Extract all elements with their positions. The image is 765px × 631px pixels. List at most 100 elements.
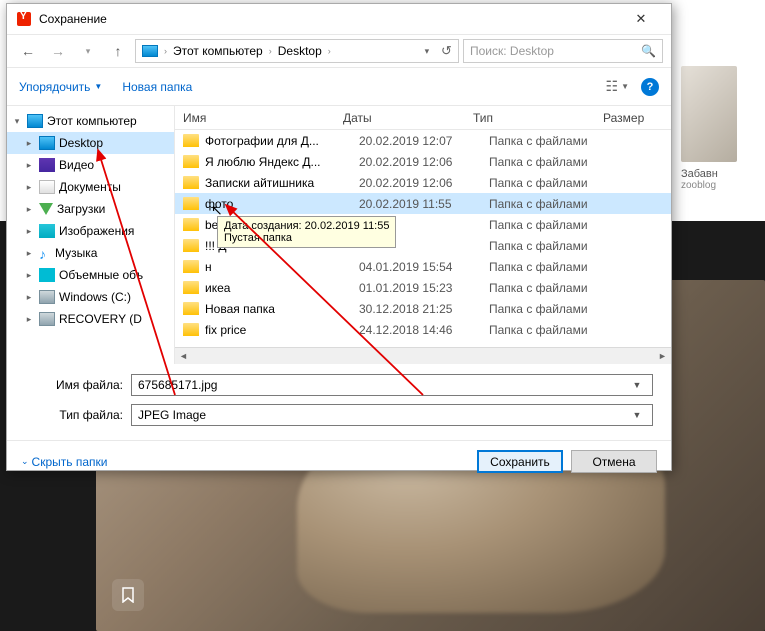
close-button[interactable]: ✕: [621, 5, 661, 33]
search-input[interactable]: Поиск: Desktop 🔍: [463, 39, 663, 63]
new-folder-button[interactable]: Новая папка: [122, 80, 192, 94]
titlebar: Сохранение ✕: [7, 4, 671, 34]
filename-label: Имя файла:: [17, 378, 131, 392]
breadcrumb-item[interactable]: Этот компьютер: [173, 44, 263, 58]
chevron-down-icon[interactable]: ▼: [628, 410, 646, 420]
folder-icon: [183, 176, 199, 189]
filetype-select[interactable]: JPEG Image ▼: [131, 404, 653, 426]
folder-icon: [183, 218, 199, 231]
tree-node[interactable]: ▸Загрузки: [7, 198, 174, 220]
tooltip: Дата создания: 20.02.2019 11:55 Пустая п…: [217, 216, 396, 248]
help-button[interactable]: ?: [641, 78, 659, 96]
tree-node[interactable]: ▸ RECOVERY (D: [7, 308, 174, 330]
tree-node[interactable]: ▸ Объемные объ: [7, 264, 174, 286]
folder-icon: [183, 197, 199, 210]
refresh-icon[interactable]: ↻: [441, 43, 452, 59]
thumbnail[interactable]: Забавн zooblog: [681, 66, 757, 191]
desk-icon: [39, 136, 55, 150]
tree-node[interactable]: ▾Этот компьютер: [7, 110, 174, 132]
file-row[interactable]: фото20.02.2019 11:55Папка с файлами: [175, 193, 671, 214]
up-button[interactable]: ↑: [105, 38, 131, 64]
file-row[interactable]: Новая папка30.12.2018 21:25Папка с файла…: [175, 298, 671, 319]
yandex-logo-icon: [17, 12, 31, 26]
folder-icon: [183, 302, 199, 315]
expand-icon[interactable]: ▸: [23, 314, 35, 325]
file-row[interactable]: икеа01.01.2019 15:23Папка с файлами: [175, 277, 671, 298]
bookmark-button[interactable]: [112, 579, 144, 611]
tree-label: Изображения: [59, 224, 134, 238]
tree-label: Видео: [59, 158, 94, 172]
drv-icon: [39, 290, 55, 304]
expand-icon[interactable]: ▸: [23, 138, 35, 149]
save-button[interactable]: Сохранить: [477, 450, 563, 473]
tree-label: Windows (C:): [59, 290, 131, 304]
3d-icon: [39, 268, 55, 282]
file-row[interactable]: Записки айтишника20.02.2019 12:06Папка с…: [175, 172, 671, 193]
folder-icon: [183, 323, 199, 336]
breadcrumb-item[interactable]: Desktop: [278, 44, 322, 58]
file-row[interactable]: Фотографии для Д...20.02.2019 12:07Папка…: [175, 130, 671, 151]
expand-icon[interactable]: ▾: [11, 116, 23, 127]
file-row[interactable]: н04.01.2019 15:54Папка с файлами: [175, 256, 671, 277]
expand-icon[interactable]: ▸: [23, 226, 35, 237]
view-options-button[interactable]: ☷ ▼: [606, 78, 629, 95]
drv-icon: [39, 312, 55, 326]
tree-node[interactable]: ▸Desktop: [7, 132, 174, 154]
folder-icon: [183, 239, 199, 252]
search-icon: 🔍: [641, 44, 656, 58]
vid-icon: [39, 158, 55, 172]
chevron-down-icon: ▼: [94, 82, 102, 91]
expand-icon[interactable]: ▸: [23, 270, 35, 281]
folder-icon: [183, 134, 199, 147]
tree-node[interactable]: ▸ Windows (C:): [7, 286, 174, 308]
img-icon: [39, 224, 55, 238]
tree-node[interactable]: ▸ Видео: [7, 154, 174, 176]
folder-icon: [183, 281, 199, 294]
recent-dropdown[interactable]: ▾: [75, 38, 101, 64]
expand-icon[interactable]: ▸: [23, 160, 35, 171]
filename-fields: Имя файла: 675685171.jpg ▼ Тип файла: JP…: [7, 364, 671, 440]
tree-label: RECOVERY (D: [59, 312, 142, 326]
cursor-icon: ↖: [211, 202, 223, 219]
toolbar: Упорядочить▼ Новая папка ☷ ▼ ?: [7, 68, 671, 106]
tree-node[interactable]: ▸ ♪ Музыка: [7, 242, 174, 264]
file-row[interactable]: Я люблю Яндекс Д...20.02.2019 12:06Папка…: [175, 151, 671, 172]
filename-input[interactable]: 675685171.jpg ▼: [131, 374, 653, 396]
folder-tree[interactable]: ▾Этот компьютер▸Desktop▸Видео▸Документы▸…: [7, 106, 175, 364]
dialog-footer: ⌄ Скрыть папки Сохранить Отмена: [7, 440, 671, 482]
expand-icon[interactable]: ▸: [23, 248, 35, 259]
dl-icon: [39, 203, 53, 215]
scroll-left-button[interactable]: ◄: [175, 348, 192, 365]
tree-node[interactable]: ▸ Документы: [7, 176, 174, 198]
expand-icon[interactable]: ▸: [23, 182, 35, 193]
tree-node[interactable]: ▸ Изображения: [7, 220, 174, 242]
chevron-right-icon: ›: [328, 46, 331, 56]
expand-icon[interactable]: ▸: [23, 292, 35, 303]
tree-label: Музыка: [55, 246, 97, 260]
folder-icon: [183, 260, 199, 273]
file-row[interactable]: fix price24.12.2018 14:46Папка с файлами: [175, 319, 671, 340]
tree-label: Документы: [59, 180, 121, 194]
address-dropdown-icon[interactable]: ▾: [425, 46, 430, 57]
hide-folders-button[interactable]: ⌄ Скрыть папки: [21, 455, 107, 469]
folder-icon: [183, 155, 199, 168]
forward-button[interactable]: →: [45, 38, 71, 64]
back-button[interactable]: ←: [15, 38, 41, 64]
horizontal-scrollbar[interactable]: ◄ ►: [175, 347, 671, 364]
cancel-button[interactable]: Отмена: [571, 450, 657, 473]
address-bar[interactable]: › Этот компьютер › Desktop › ▾ ↻: [135, 39, 459, 63]
chevron-down-icon[interactable]: ▼: [628, 380, 646, 390]
tree-label: Объемные объ: [59, 268, 143, 282]
chevron-right-icon: ›: [164, 46, 167, 56]
pc-icon: [27, 114, 43, 128]
pc-icon: [142, 45, 158, 57]
expand-icon[interactable]: ▸: [23, 204, 35, 215]
chevron-down-icon: ⌄: [21, 456, 29, 467]
save-dialog: Сохранение ✕ ← → ▾ ↑ › Этот компьютер › …: [6, 3, 672, 471]
file-list[interactable]: Фотографии для Д...20.02.2019 12:07Папка…: [175, 130, 671, 347]
column-headers[interactable]: Имя Даты Тип Размер: [175, 106, 671, 130]
mus-icon: ♪: [39, 246, 51, 260]
chevron-right-icon: ›: [269, 46, 272, 56]
scroll-right-button[interactable]: ►: [654, 348, 671, 365]
organize-button[interactable]: Упорядочить▼: [19, 80, 102, 94]
